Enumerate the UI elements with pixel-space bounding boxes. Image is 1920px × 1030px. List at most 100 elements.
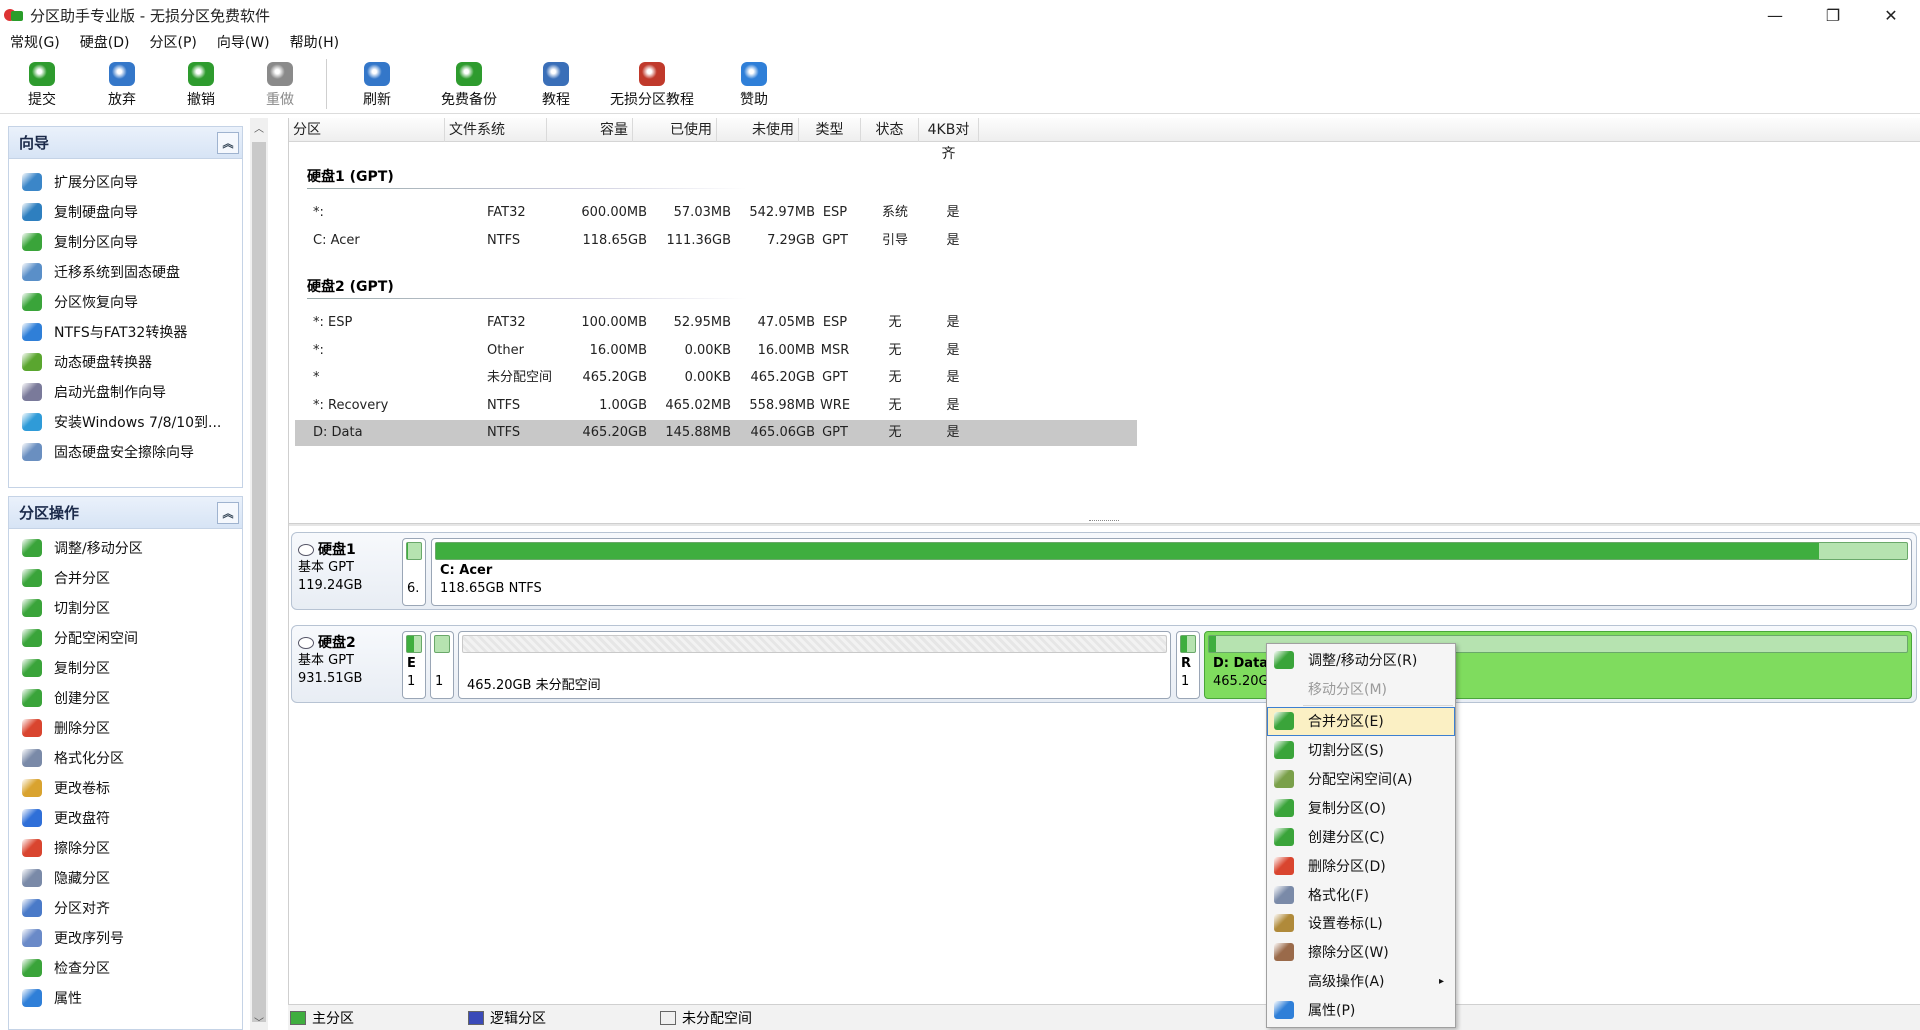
- column-header-cell[interactable]: 分区: [289, 118, 445, 142]
- operation-item[interactable]: 更改盘符: [9, 803, 242, 833]
- toolbar-button-8[interactable]: 赞助: [711, 54, 797, 114]
- left-panel-scrollbar[interactable]: ︿ ﹀: [250, 118, 268, 1030]
- splitter-handle[interactable]: [1089, 520, 1119, 524]
- wizard-item[interactable]: 分区恢复向导: [9, 287, 242, 317]
- scrollbar-thumb[interactable]: [252, 142, 266, 1022]
- operation-item-label: 调整/移动分区: [54, 541, 143, 557]
- cell-used: 0.00KB: [684, 343, 731, 358]
- menu-partition[interactable]: 分区(P): [140, 32, 207, 52]
- context-menu-label: 移动分区(M): [1308, 682, 1388, 699]
- operation-item[interactable]: 复制分区: [9, 653, 242, 683]
- context-menu-item[interactable]: 创建分区(C): [1267, 822, 1455, 851]
- table-row[interactable]: *: Other 16.00MB 0.00KB 16.00MB MSR 无是: [295, 338, 1137, 364]
- context-menu-label: 设置卷标(L): [1308, 916, 1383, 933]
- wizard-item[interactable]: 复制硬盘向导: [9, 197, 242, 227]
- redo-icon: [267, 62, 293, 86]
- toolbar-button-7[interactable]: 无损分区教程: [593, 54, 711, 114]
- partition-block[interactable]: 1: [430, 631, 454, 699]
- operation-item[interactable]: 分配空闲空间: [9, 623, 242, 653]
- operation-item[interactable]: 属性: [9, 983, 242, 1013]
- context-menu-label: 擦除分区(W): [1308, 945, 1389, 962]
- operation-item[interactable]: 擦除分区: [9, 833, 242, 863]
- table-row[interactable]: D: Data NTFS 465.20GB 145.88MB 465.06GB GPT 无是: [295, 420, 1137, 446]
- toolbar-button-5[interactable]: 免费备份: [419, 54, 519, 114]
- scroll-up-icon[interactable]: ︿: [250, 118, 268, 136]
- column-header-cell[interactable]: 类型: [799, 118, 861, 142]
- menu-help[interactable]: 帮助(H): [280, 32, 349, 52]
- minimize-button[interactable]: —: [1746, 0, 1804, 30]
- toolbar-button-3[interactable]: 重做: [242, 54, 318, 114]
- partition-block[interactable]: R 1: [1176, 631, 1200, 699]
- context-menu-item[interactable]: 复制分区(O): [1267, 793, 1455, 822]
- wizard-item-label: 扩展分区向导: [54, 175, 138, 191]
- context-menu-item[interactable]: 属性(P): [1267, 996, 1455, 1025]
- context-menu-item[interactable]: 移动分区(M): [1267, 675, 1455, 704]
- operation-item[interactable]: 格式化分区: [9, 743, 242, 773]
- wizard-item[interactable]: 启动光盘制作向导: [9, 377, 242, 407]
- table-row[interactable]: *: FAT32 600.00MB 57.03MB 542.97MB ESP 系统是: [295, 200, 1137, 226]
- operation-item[interactable]: 删除分区: [9, 713, 242, 743]
- cell-type: GPT: [822, 370, 848, 385]
- unallocated-block[interactable]: 465.20GB 未分配空间: [458, 631, 1171, 699]
- menu-wizard[interactable]: 向导(W): [207, 32, 280, 52]
- disk-card-1[interactable]: 硬盘1 基本 GPT 119.24GB 6. C: Acer 118.65GB …: [291, 532, 1917, 610]
- operation-item[interactable]: 调整/移动分区: [9, 533, 242, 563]
- operation-item[interactable]: 合并分区: [9, 563, 242, 593]
- partition-block[interactable]: E 1: [402, 631, 426, 699]
- toolbar-button-0[interactable]: 提交: [0, 54, 84, 114]
- scroll-down-icon[interactable]: ﹀: [250, 1012, 268, 1030]
- disk-card-2[interactable]: 硬盘2 基本 GPT 931.51GB E 1 1 465.20GB 未分配空间…: [291, 625, 1917, 703]
- context-menu-item[interactable]: 合并分区(E): [1267, 706, 1455, 736]
- toolbar-button-6[interactable]: 教程: [519, 54, 593, 114]
- restore-button[interactable]: ❐: [1804, 0, 1862, 30]
- operation-item[interactable]: 更改序列号: [9, 923, 242, 953]
- collapse-icon[interactable]: ︽: [217, 502, 239, 524]
- window-title: 分区助手专业版 - 无损分区免费软件: [30, 6, 270, 25]
- operation-item[interactable]: 创建分区: [9, 683, 242, 713]
- context-menu-item[interactable]: 分配空闲空间(A): [1267, 765, 1455, 794]
- menu-general[interactable]: 常规(G): [0, 32, 70, 52]
- context-menu-item[interactable]: 切割分区(S): [1267, 736, 1455, 765]
- column-header-cell[interactable]: 未使用: [717, 118, 799, 142]
- toolbar-button-1[interactable]: 放弃: [84, 54, 160, 114]
- menu-disk[interactable]: 硬盘(D): [70, 32, 140, 52]
- wizard-item[interactable]: 迁移系统到固态硬盘: [9, 257, 242, 287]
- toolbar-button-4[interactable]: 刷新: [335, 54, 419, 114]
- column-header-cell[interactable]: 4KB对齐: [919, 118, 979, 162]
- context-menu-item[interactable]: 格式化(F): [1267, 880, 1455, 909]
- column-header-cell[interactable]: 容量: [547, 118, 633, 142]
- operation-item[interactable]: 检查分区: [9, 953, 242, 983]
- partition-usage-fill: [1209, 636, 1216, 652]
- operation-item[interactable]: 切割分区: [9, 593, 242, 623]
- wizard-item[interactable]: 复制分区向导: [9, 227, 242, 257]
- context-menu-item[interactable]: 高级操作(A) ▸: [1267, 967, 1455, 996]
- disk-group-divider: [307, 188, 747, 189]
- operation-item-label: 切割分区: [54, 601, 110, 617]
- wizard-item[interactable]: 扩展分区向导: [9, 167, 242, 197]
- context-menu-item[interactable]: 删除分区(D): [1267, 851, 1455, 880]
- operation-item[interactable]: 分区对齐: [9, 893, 242, 923]
- column-header-cell[interactable]: 已使用: [633, 118, 717, 142]
- table-row[interactable]: * 未分配空间 465.20GB 0.00KB 465.20GB GPT 无是: [295, 365, 1137, 391]
- operation-item[interactable]: 隐藏分区: [9, 863, 242, 893]
- wizard-item[interactable]: 固态硬盘安全擦除向导: [9, 437, 242, 467]
- wizard-item[interactable]: 安装Windows 7/8/10到...: [9, 407, 242, 437]
- table-row[interactable]: C: Acer NTFS 118.65GB 111.36GB 7.29GB GPT 引导是: [295, 228, 1137, 254]
- close-button[interactable]: ✕: [1862, 0, 1920, 30]
- context-menu-item[interactable]: 擦除分区(W): [1267, 938, 1455, 967]
- partition-block[interactable]: C: Acer 118.65GB NTFS: [431, 538, 1912, 606]
- wizard-item[interactable]: 动态硬盘转换器: [9, 347, 242, 377]
- table-row[interactable]: *: ESP FAT32 100.00MB 52.95MB 47.05MB ESP 无是: [295, 310, 1137, 336]
- column-header-cell[interactable]: 文件系统: [445, 118, 547, 142]
- partition-block[interactable]: 6.: [402, 538, 426, 606]
- cell-status: 系统: [881, 205, 908, 220]
- column-header-cell[interactable]: 状态: [861, 118, 919, 142]
- context-menu-item[interactable]: 调整/移动分区(R): [1267, 646, 1455, 675]
- operation-item[interactable]: 更改卷标: [9, 773, 242, 803]
- wizard-item[interactable]: NTFS与FAT32转换器: [9, 317, 242, 347]
- table-row[interactable]: *: Recovery NTFS 1.00GB 465.02MB 558.98MB WRE…: [295, 393, 1137, 419]
- context-menu-item[interactable]: 设置卷标(L): [1267, 909, 1455, 938]
- toolbar-button-2[interactable]: 撤销: [160, 54, 242, 114]
- disk-name: 硬盘2: [318, 635, 356, 651]
- collapse-icon[interactable]: ︽: [217, 132, 239, 154]
